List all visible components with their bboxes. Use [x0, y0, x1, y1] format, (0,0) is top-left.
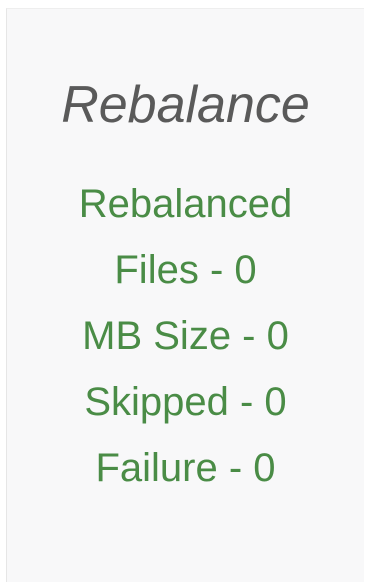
stat-failure: Failure - 0 [95, 446, 276, 490]
stat-skipped: Skipped - 0 [84, 380, 287, 424]
rebalance-panel: Rebalance Rebalanced Files - 0 MB Size -… [6, 8, 364, 582]
stat-mb-size: MB Size - 0 [82, 314, 289, 358]
stat-heading: Rebalanced [78, 182, 293, 226]
stat-files: Files - 0 [114, 248, 257, 292]
panel-title: Rebalance [61, 76, 310, 134]
rebalance-stats: Rebalanced Files - 0 MB Size - 0 Skipped… [7, 174, 364, 504]
